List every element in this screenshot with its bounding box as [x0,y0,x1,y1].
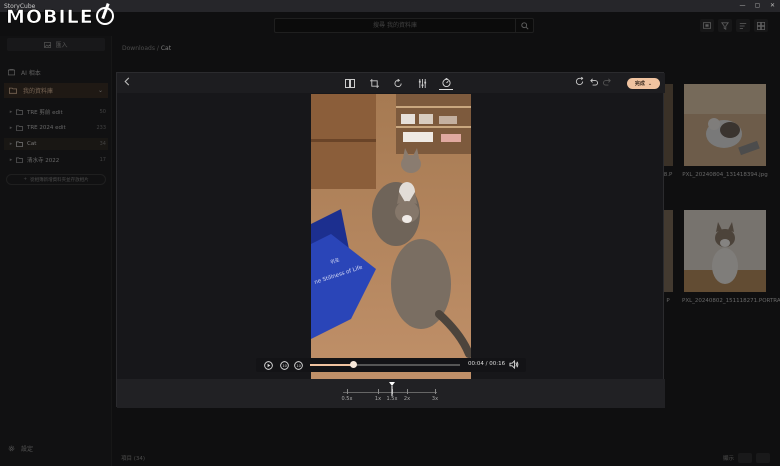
speed-icon [441,78,451,87]
done-button[interactable]: 完成 ⌄ [627,78,660,89]
rotate-icon [393,78,402,87]
minimize-button[interactable]: — [735,0,750,12]
maximize-button[interactable]: ▢ [750,0,765,12]
history-tools [575,77,612,86]
crop-button[interactable] [367,76,381,90]
play-icon [263,360,273,370]
video-preview[interactable]: ne Stillness of Life 위로 [311,94,471,379]
forward-button[interactable]: 10 [293,360,303,370]
redo-icon[interactable] [603,77,612,86]
window-controls: — ▢ ✕ [735,0,780,12]
current-time: 00:04 [468,361,484,367]
speed-tick-label: 1x [374,396,382,402]
done-label: 完成 [634,81,645,87]
close-button[interactable]: ✕ [765,0,780,12]
speed-tick[interactable] [378,389,379,394]
video-editor-modal: 完成 ⌄ ne Stillness of Life 위로 10 10 00:04… [116,72,665,408]
video-frame-image: ne Stillness of Life 위로 [311,94,471,379]
logo-mark [95,6,114,25]
speed-marker[interactable] [389,382,395,396]
forward-icon: 10 [293,360,303,370]
speed-tick[interactable] [347,389,348,394]
speed-tick[interactable] [435,389,436,394]
rotate-button[interactable] [391,76,405,90]
reset-icon[interactable] [575,77,584,86]
rewind-icon: 10 [279,360,289,370]
seek-progress [310,364,354,366]
volume-button[interactable] [509,359,519,371]
time-readout: 00:04 / 00:16 [468,361,506,367]
title-bar: StoryCube — ▢ ✕ [0,0,780,12]
editor-tools [343,76,453,90]
chevron-left-icon [124,77,130,86]
seek-handle[interactable] [350,361,357,368]
undo-icon[interactable] [589,77,598,86]
svg-text:10: 10 [282,363,287,367]
speed-tick-label: 0.5x [341,396,353,402]
speed-tick[interactable] [407,389,408,394]
speed-selector: 0.5x 1x 1.5x 2x 3x [117,379,665,408]
compare-icon [345,78,355,88]
play-button[interactable] [263,360,273,370]
chevron-down-icon: ⌄ [647,80,653,87]
back-button[interactable] [124,77,130,89]
crop-icon [369,78,379,88]
rewind-button[interactable]: 10 [279,360,289,370]
duration: 00:16 [489,361,506,367]
speed-tick-label: 3x [431,396,439,402]
speed-tick-label: 1.5x [386,396,398,402]
editor-toolbar: 完成 ⌄ [117,73,665,93]
compare-button[interactable] [343,76,357,90]
seek-bar[interactable] [310,361,460,368]
mobile01-watermark: MOBILE [6,6,114,28]
speed-button[interactable] [439,76,453,90]
adjust-icon [418,78,426,88]
svg-text:10: 10 [296,363,301,367]
speaker-icon [509,359,519,370]
playback-controls: 10 10 00:04 / 00:16 [256,358,526,372]
adjust-button[interactable] [415,76,429,90]
speed-tick-label: 2x [403,396,411,402]
